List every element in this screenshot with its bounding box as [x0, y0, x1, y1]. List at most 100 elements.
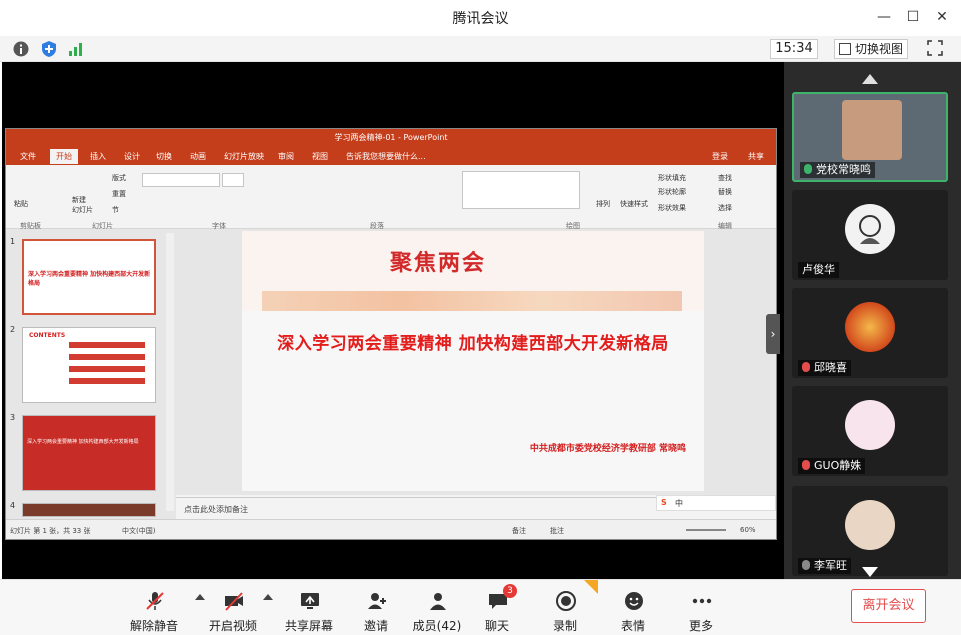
members-button[interactable]: 成员(42): [407, 586, 467, 633]
avatar: [845, 400, 895, 450]
ribbon-arrange[interactable]: 排列: [596, 199, 610, 209]
avatar: [845, 204, 895, 254]
slide-thumbnail-3[interactable]: 深入学习两会重要精神 加快构建西部大开发新格局: [22, 415, 156, 491]
meeting-toolbar: 解除静音 开启视频 共享屏幕 邀请 成员(42) 3 聊天 录制 表情 更多: [0, 579, 961, 635]
notes-placeholder: 点击此处添加备注: [184, 505, 248, 514]
participant-tile[interactable]: 卢俊华: [792, 190, 948, 280]
title-bar: 腾讯会议 — ☐ ✕: [0, 0, 961, 34]
thumbnail-scrollbar[interactable]: [166, 233, 174, 511]
participant-tile[interactable]: 李军旺: [792, 486, 948, 576]
language[interactable]: 中文(中国): [122, 526, 155, 536]
invite-button[interactable]: 邀请: [346, 586, 406, 633]
ribbon-paste[interactable]: 粘贴: [14, 199, 28, 209]
scroll-down-icon[interactable]: [862, 567, 878, 577]
info-icon[interactable]: [12, 40, 30, 58]
start-video-button[interactable]: 开启视频: [203, 586, 263, 633]
ime-chinese-icon: 中: [675, 499, 683, 508]
ribbon-quick-styles[interactable]: 快速样式: [620, 199, 648, 209]
fullscreen-icon[interactable]: [927, 40, 943, 56]
more-button[interactable]: 更多: [671, 586, 731, 633]
mic-muted-icon: [802, 362, 810, 372]
zoom-slider[interactable]: [686, 529, 726, 531]
camera-off-icon: [225, 592, 243, 611]
security-shield-icon[interactable]: [40, 40, 58, 58]
powerpoint-window: 学习两会精神-01 - PowerPoint 文件 开始 插入 设计 切换 动画…: [5, 128, 777, 540]
participant-name: 党校常晓鸣: [800, 162, 875, 178]
ribbon-layout[interactable]: 版式: [112, 173, 126, 183]
ribbon-find[interactable]: 查找: [718, 173, 732, 183]
ppt-menu-slideshow[interactable]: 幻灯片放映: [224, 151, 264, 162]
more-dots-icon: [692, 598, 712, 604]
ribbon-new-slide[interactable]: 新建 幻灯片: [72, 195, 96, 215]
ppt-menu-file[interactable]: 文件: [20, 151, 36, 162]
ribbon-select[interactable]: 选择: [718, 203, 732, 213]
slide-thumbnail-4[interactable]: [22, 503, 156, 517]
participant-tile[interactable]: 邱晓喜: [792, 288, 948, 378]
emoji-icon: [625, 592, 643, 610]
participant-tile[interactable]: 党校常晓鸣: [792, 92, 948, 182]
mic-muted-icon: [802, 460, 810, 470]
leave-meeting-button[interactable]: 离开会议: [851, 589, 926, 623]
font-size-box[interactable]: [222, 173, 244, 187]
app-title: 腾讯会议: [452, 11, 509, 27]
video-options-caret[interactable]: [263, 594, 273, 600]
ribbon-reset[interactable]: 重置: [112, 189, 126, 199]
ribbon-shape-fill[interactable]: 形状填充: [658, 173, 686, 183]
members-icon: [430, 593, 446, 610]
ribbon-replace[interactable]: 替换: [718, 187, 732, 197]
slide-byline[interactable]: 中共成都市委党校经济学教研部 常晓鸣: [530, 441, 686, 454]
slide-thumbnail-1[interactable]: 深入学习两会重要精神 加快构建西部大开发新格局: [22, 239, 156, 315]
slide-headline[interactable]: 深入学习两会重要精神 加快构建西部大开发新格局: [242, 329, 704, 354]
record-icon: [556, 591, 576, 611]
ime-toolbar[interactable]: S 中: [656, 495, 776, 511]
notes-toggle[interactable]: 备注: [512, 526, 526, 536]
ppt-menu-home[interactable]: 开始: [50, 149, 78, 164]
scroll-up-icon[interactable]: [862, 74, 878, 84]
switch-view-button[interactable]: 切换视图: [834, 39, 908, 59]
ppt-menu-insert[interactable]: 插入: [90, 151, 106, 162]
signal-bars-icon[interactable]: [67, 40, 85, 58]
skyline-graphic: [262, 291, 682, 311]
current-slide[interactable]: 聚焦两会 深入学习两会重要精神 加快构建西部大开发新格局 中共成都市委党校经济学…: [242, 231, 704, 491]
start-video-label: 开启视频: [208, 619, 257, 633]
participant-tile[interactable]: GUO静姝: [792, 386, 948, 476]
record-label: 录制: [552, 619, 577, 633]
participant-name: 卢俊华: [798, 262, 839, 278]
thumb-2-text: CONTENTS: [29, 332, 66, 339]
ppt-menu-animations[interactable]: 动画: [190, 151, 206, 162]
ppt-login[interactable]: 登录: [712, 151, 728, 162]
members-label: 成员(42): [412, 619, 462, 633]
ppt-tell-me[interactable]: 告诉我您想要做什么...: [346, 151, 426, 162]
slide-thumbnail-pane: 1 深入学习两会重要精神 加快构建西部大开发新格局 2 CONTENTS 3 深…: [6, 229, 176, 519]
shapes-gallery[interactable]: [462, 171, 580, 209]
minimize-icon[interactable]: —: [873, 6, 895, 28]
collapse-panel-button[interactable]: ›: [766, 314, 780, 354]
thumb-1-text: 深入学习两会重要精神 加快构建西部大开发新格局: [28, 271, 151, 287]
ppt-share[interactable]: 共享: [748, 151, 764, 162]
ppt-menu-transitions[interactable]: 切换: [156, 151, 172, 162]
share-screen-button[interactable]: 共享屏幕: [279, 586, 339, 633]
maximize-icon[interactable]: ☐: [902, 6, 924, 28]
mic-muted-icon: [802, 560, 810, 570]
slide-editor: 聚焦两会 深入学习两会重要精神 加快构建西部大开发新格局 中共成都市委党校经济学…: [176, 229, 776, 495]
ppt-menu-view[interactable]: 视图: [312, 151, 328, 162]
slide-count: 幻灯片 第 1 张，共 33 张: [10, 527, 91, 535]
ribbon-shape-outline[interactable]: 形状轮廓: [658, 187, 686, 197]
unmute-button[interactable]: 解除静音: [124, 586, 184, 633]
ppt-menu-review[interactable]: 审阅: [278, 151, 294, 162]
ribbon-section[interactable]: 节: [112, 205, 119, 215]
new-feature-badge: [584, 580, 598, 594]
comments-toggle[interactable]: 批注: [550, 526, 564, 536]
zoom-level[interactable]: 60%: [740, 526, 756, 534]
avatar-sketch-icon: [859, 215, 881, 244]
close-icon[interactable]: ✕: [931, 6, 953, 28]
add-user-icon: [368, 593, 386, 609]
emoji-button[interactable]: 表情: [603, 586, 663, 633]
thumb-3-text: 深入学习两会重要精神 加快构建西部大开发新格局: [27, 439, 139, 445]
chat-button[interactable]: 3 聊天: [467, 584, 527, 633]
ppt-menu-design[interactable]: 设计: [124, 151, 140, 162]
font-name-box[interactable]: [142, 173, 220, 187]
ribbon-shape-effects[interactable]: 形状效果: [658, 203, 686, 213]
slide-thumbnail-2[interactable]: CONTENTS: [22, 327, 156, 403]
share-screen-icon: [301, 593, 319, 609]
